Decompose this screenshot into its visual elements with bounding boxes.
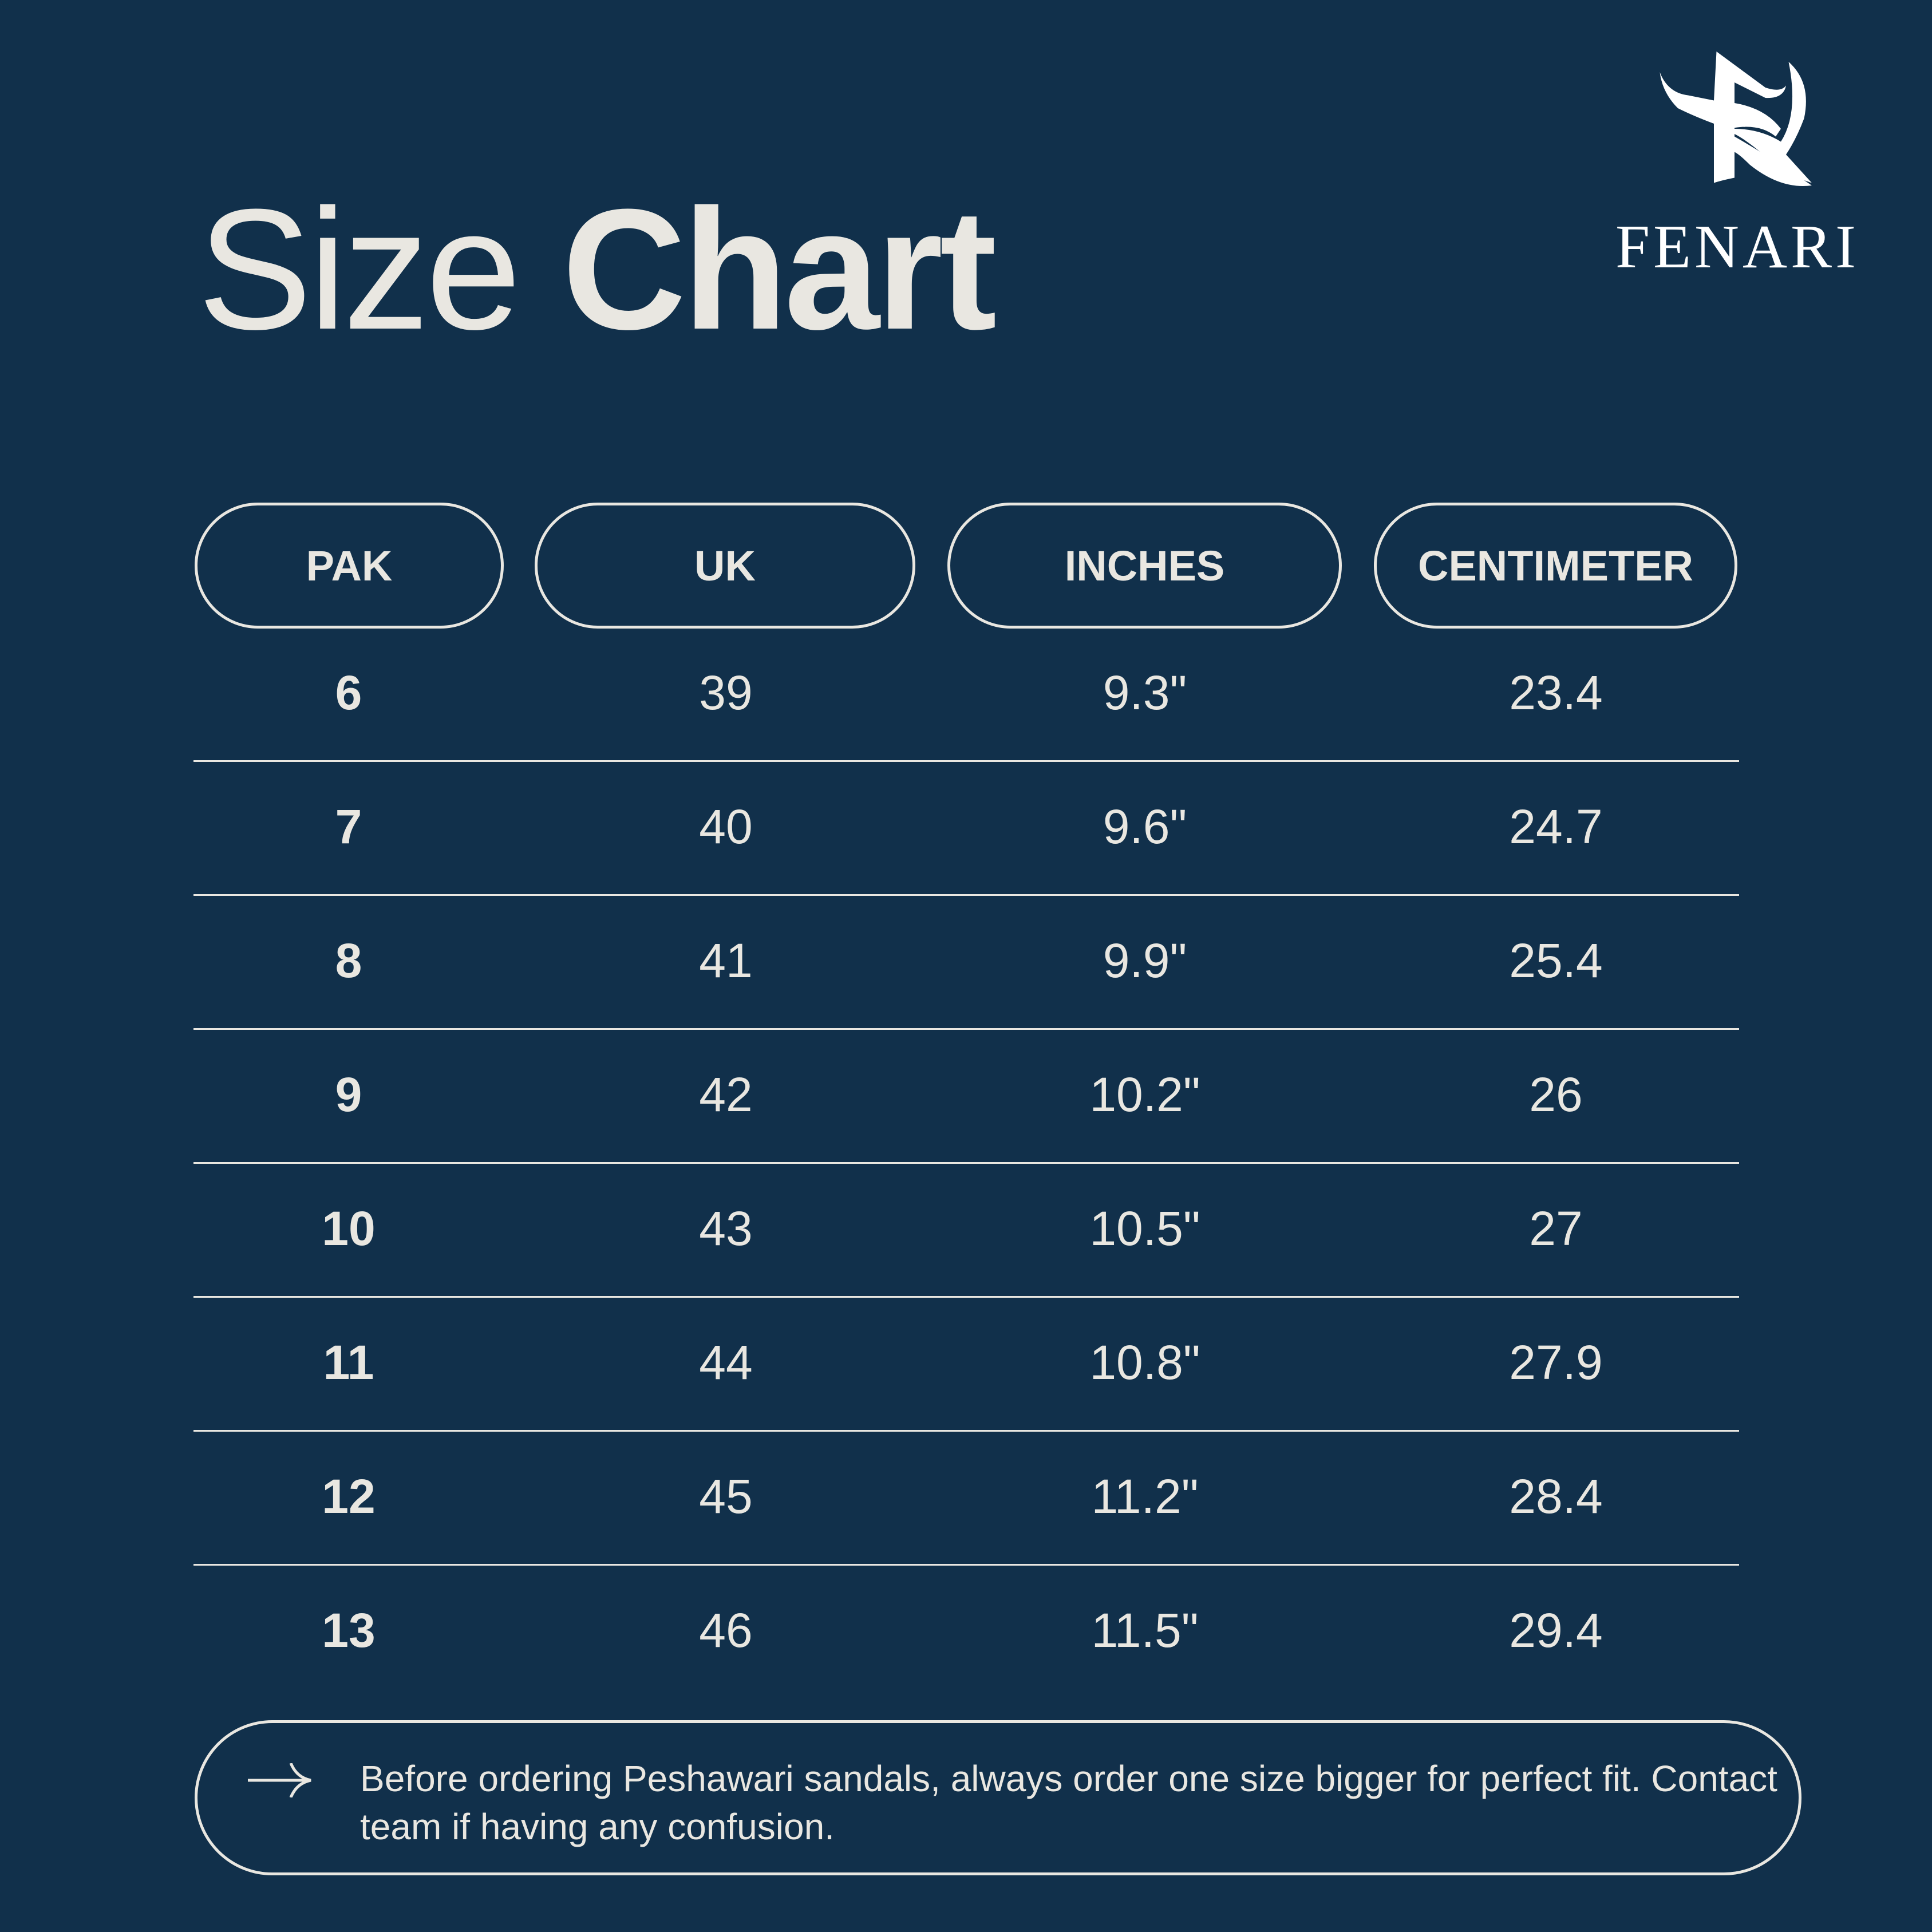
cell-centimeter: 28.4	[1509, 1469, 1603, 1523]
cell-inches: 10.2"	[1089, 1068, 1200, 1121]
cell-pak: 11	[323, 1336, 374, 1389]
cell-pak: 8	[335, 934, 362, 987]
cell-uk: 42	[699, 1068, 753, 1121]
cell-centimeter: 25.4	[1509, 934, 1603, 987]
brand-name: FENARI	[1615, 213, 1860, 281]
brand-logo: FENARI	[1614, 52, 1860, 281]
note-box: Before ordering Peshawari sandals, alway…	[195, 1720, 1801, 1875]
cell-inches: 9.3"	[1103, 666, 1187, 720]
row-divider	[193, 760, 1739, 762]
cell-inches: 11.2"	[1091, 1469, 1199, 1523]
cell-pak: 10	[322, 1202, 376, 1255]
column-header-uk: UK	[535, 503, 915, 629]
cell-centimeter: 23.4	[1509, 666, 1603, 720]
page-title: Size Chart	[197, 183, 997, 355]
title-light: Size	[197, 173, 521, 365]
cell-uk: 39	[699, 666, 753, 720]
cell-uk: 40	[699, 800, 753, 854]
cell-inches: 10.5"	[1089, 1202, 1200, 1255]
cell-inches: 11.5"	[1091, 1603, 1199, 1657]
cell-centimeter: 24.7	[1509, 800, 1603, 854]
row-divider	[193, 1028, 1739, 1030]
cell-pak: 12	[322, 1469, 376, 1523]
cell-centimeter: 27	[1529, 1202, 1583, 1255]
cell-centimeter: 26	[1529, 1068, 1583, 1121]
column-header-inches: INCHES	[947, 503, 1342, 629]
cell-uk: 41	[699, 934, 753, 987]
cell-pak: 6	[335, 666, 362, 720]
cell-uk: 46	[699, 1603, 753, 1657]
cell-pak: 13	[322, 1603, 376, 1657]
row-divider	[193, 894, 1739, 896]
row-divider	[193, 1162, 1739, 1164]
cell-uk: 44	[699, 1336, 753, 1389]
cell-uk: 43	[699, 1202, 753, 1255]
row-divider	[193, 1296, 1739, 1298]
row-divider	[193, 1430, 1739, 1432]
row-divider	[193, 1564, 1739, 1566]
cell-centimeter: 27.9	[1509, 1336, 1603, 1389]
cell-uk: 45	[699, 1469, 753, 1523]
cell-inches: 9.6"	[1103, 800, 1187, 854]
column-header-pak: PAK	[195, 503, 504, 629]
title-bold: Chart	[562, 173, 997, 365]
cell-inches: 9.9"	[1103, 934, 1187, 987]
note-text: Before ordering Peshawari sandals, alway…	[360, 1758, 1777, 1847]
fenari-r-logo-icon	[1660, 52, 1812, 187]
column-header-centimeter: CENTIMETER	[1374, 503, 1737, 629]
cell-pak: 9	[335, 1068, 362, 1121]
arrow-right-icon	[248, 1763, 311, 1797]
cell-centimeter: 29.4	[1509, 1603, 1603, 1657]
cell-inches: 10.8"	[1089, 1336, 1200, 1389]
cell-pak: 7	[335, 800, 362, 854]
